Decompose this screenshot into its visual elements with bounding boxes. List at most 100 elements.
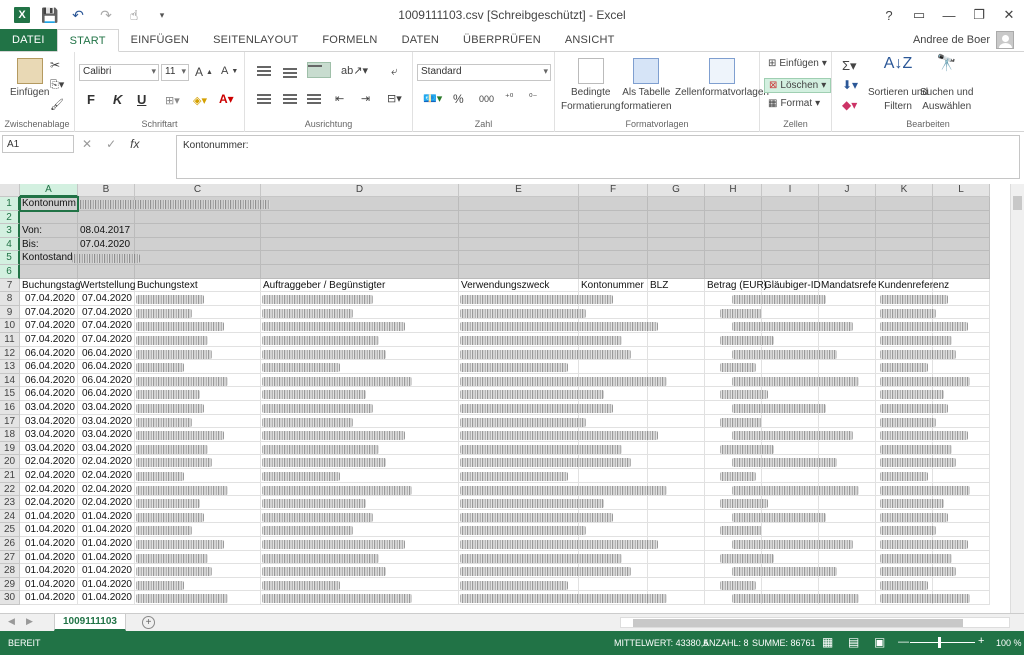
increase-indent-icon[interactable]: ⇥ xyxy=(361,92,370,105)
tab-datei[interactable]: DATEI xyxy=(0,29,57,51)
cell[interactable] xyxy=(648,360,705,374)
tab-ueberpruefen[interactable]: ÜBERPRÜFEN xyxy=(451,29,553,51)
cell[interactable] xyxy=(819,496,876,510)
cell[interactable] xyxy=(819,523,876,537)
row-header[interactable]: 24 xyxy=(0,509,20,524)
booking-date[interactable]: 06.04.2020 xyxy=(20,360,78,374)
column-title[interactable]: Buchungstext xyxy=(135,278,261,293)
row-header[interactable]: 22 xyxy=(0,482,20,497)
column-header[interactable]: H xyxy=(705,184,762,197)
row-header[interactable]: 2 xyxy=(0,210,20,225)
cell[interactable] xyxy=(819,251,876,265)
row-header[interactable]: 25 xyxy=(0,523,20,537)
cell[interactable] xyxy=(705,251,762,265)
value-date[interactable]: 01.04.2020 xyxy=(78,564,135,578)
cell-b3[interactable]: 08.04.2017 xyxy=(78,224,135,238)
clear-icon[interactable]: ◆▾ xyxy=(842,98,857,112)
excel-logo-icon[interactable]: X xyxy=(8,0,36,30)
underline-button[interactable]: U xyxy=(137,92,146,107)
name-box[interactable]: A1 xyxy=(2,135,74,153)
cell[interactable] xyxy=(762,496,819,510)
user-account[interactable]: Andree de Boer xyxy=(913,31,1014,49)
cell[interactable] xyxy=(819,360,876,374)
booking-date[interactable]: 06.04.2020 xyxy=(20,387,78,401)
format-cells-button[interactable]: ▦ Format ▾ xyxy=(768,98,820,109)
cell-a4[interactable]: Bis: xyxy=(20,237,78,252)
cell[interactable] xyxy=(762,523,819,537)
align-bottom-icon[interactable] xyxy=(307,62,331,78)
align-middle-icon[interactable] xyxy=(283,68,297,78)
align-right-icon[interactable] xyxy=(307,94,321,104)
cell[interactable] xyxy=(648,387,705,401)
booking-date[interactable]: 03.04.2020 xyxy=(20,401,78,415)
booking-date[interactable]: 01.04.2020 xyxy=(20,537,78,551)
value-date[interactable]: 01.04.2020 xyxy=(78,509,135,524)
booking-date[interactable]: 01.04.2020 xyxy=(20,591,78,605)
cell[interactable] xyxy=(135,237,261,252)
booking-date[interactable]: 01.04.2020 xyxy=(20,509,78,524)
cell[interactable] xyxy=(705,210,762,225)
cell[interactable] xyxy=(459,237,579,252)
row-header[interactable]: 12 xyxy=(0,346,20,361)
value-date[interactable]: 02.04.2020 xyxy=(78,482,135,497)
cell[interactable] xyxy=(648,346,705,361)
cell[interactable] xyxy=(261,265,459,279)
cell[interactable] xyxy=(819,509,876,524)
cell[interactable] xyxy=(579,251,648,265)
cell-a1[interactable]: Kontonumm xyxy=(20,197,78,211)
page-layout-view-icon[interactable]: ▤ xyxy=(848,635,859,649)
cell[interactable] xyxy=(579,237,648,252)
cell[interactable] xyxy=(762,197,819,211)
row-header[interactable]: 21 xyxy=(0,469,20,483)
cell[interactable] xyxy=(261,251,459,265)
customize-qat-icon[interactable]: ▾ xyxy=(148,0,176,30)
value-date[interactable]: 06.04.2020 xyxy=(78,373,135,388)
cell[interactable] xyxy=(762,360,819,374)
cell[interactable] xyxy=(579,197,648,211)
row-header[interactable]: 15 xyxy=(0,387,20,401)
booking-date[interactable]: 01.04.2020 xyxy=(20,577,78,592)
cell[interactable] xyxy=(819,210,876,225)
formula-input[interactable]: Kontonummer: xyxy=(176,135,1020,179)
row-header[interactable]: 3 xyxy=(0,224,20,238)
zoom-slider-track[interactable] xyxy=(910,642,975,643)
cell[interactable] xyxy=(933,305,990,320)
undo-icon[interactable]: ↶ xyxy=(64,0,92,30)
vertical-scroll-thumb[interactable] xyxy=(1013,196,1022,210)
value-date[interactable]: 01.04.2020 xyxy=(78,591,135,605)
zoom-slider-thumb[interactable] xyxy=(938,637,941,648)
value-date[interactable]: 06.04.2020 xyxy=(78,346,135,361)
cell[interactable] xyxy=(933,414,990,429)
touch-mode-icon[interactable]: ☝ xyxy=(120,0,148,30)
cell[interactable] xyxy=(261,197,459,211)
value-date[interactable]: 01.04.2020 xyxy=(78,577,135,592)
cell[interactable] xyxy=(762,251,819,265)
cell[interactable] xyxy=(762,414,819,429)
row-header[interactable]: 5 xyxy=(0,251,20,265)
cell[interactable] xyxy=(648,292,705,306)
cell[interactable] xyxy=(648,441,705,456)
cell[interactable] xyxy=(933,197,990,211)
row-header[interactable]: 10 xyxy=(0,319,20,333)
booking-date[interactable]: 01.04.2020 xyxy=(20,550,78,565)
zoom-in-icon[interactable]: + xyxy=(978,635,984,647)
cell[interactable] xyxy=(762,210,819,225)
font-name-select[interactable]: Calibri xyxy=(79,64,159,81)
font-color-icon[interactable]: A▾ xyxy=(219,92,234,106)
horizontal-scroll-thumb[interactable] xyxy=(633,619,963,627)
select-all-corner[interactable] xyxy=(0,184,20,197)
column-header[interactable]: A xyxy=(20,184,78,197)
bold-button[interactable]: F xyxy=(87,92,95,107)
booking-date[interactable]: 07.04.2020 xyxy=(20,319,78,333)
row-header[interactable]: 28 xyxy=(0,564,20,578)
shrink-font-icon[interactable]: A ▼ xyxy=(221,65,238,77)
column-header[interactable]: I xyxy=(762,184,819,197)
fill-color-icon[interactable]: ◈▾ xyxy=(193,94,207,107)
italic-button[interactable]: K xyxy=(113,92,122,107)
cell[interactable] xyxy=(762,305,819,320)
value-date[interactable]: 02.04.2020 xyxy=(78,496,135,510)
cell[interactable] xyxy=(459,197,579,211)
cell[interactable] xyxy=(762,577,819,592)
row-header[interactable]: 30 xyxy=(0,591,20,605)
cell[interactable] xyxy=(705,237,762,252)
